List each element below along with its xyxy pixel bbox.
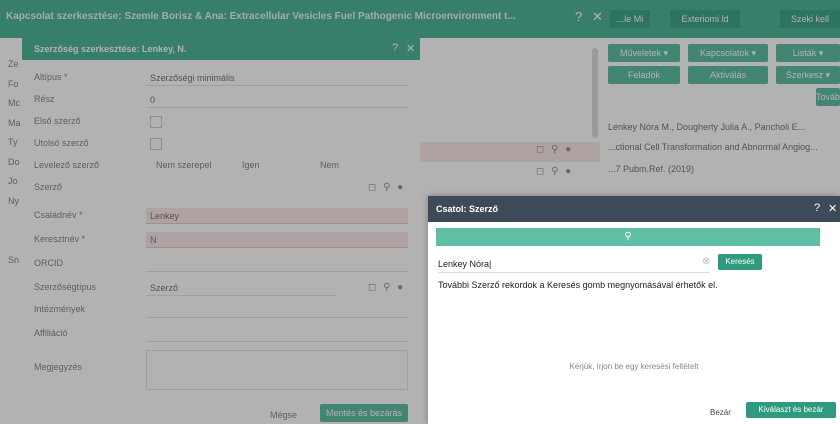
close-icon[interactable]: ✕ bbox=[828, 202, 837, 215]
search-button[interactable]: Keresés bbox=[718, 254, 762, 270]
search-input[interactable]: Lenkey Nóra| bbox=[438, 256, 710, 273]
chooser-title: Csatol: Szerző bbox=[436, 204, 499, 214]
search-hint: További Szerző rekordok a Keresés gomb m… bbox=[438, 280, 718, 290]
empty-state-text: Kérjük, írjon be egy keresési feltételt bbox=[569, 362, 699, 371]
search-bar[interactable]: ⚲ bbox=[436, 228, 820, 246]
author-chooser-dialog: Csatol: Szerző ? ✕ ⚲ Lenkey Nóra| ⊗ Kere… bbox=[428, 196, 840, 424]
chooser-close-button[interactable]: Bezár bbox=[710, 408, 731, 417]
search-icon: ⚲ bbox=[624, 231, 632, 242]
clear-search-icon[interactable]: ⊗ bbox=[702, 256, 710, 267]
help-icon[interactable]: ? bbox=[814, 202, 820, 214]
chooser-header: Csatol: Szerző ? ✕ bbox=[428, 196, 840, 222]
select-close-button[interactable]: Kiválaszt és bezár bbox=[746, 402, 836, 418]
